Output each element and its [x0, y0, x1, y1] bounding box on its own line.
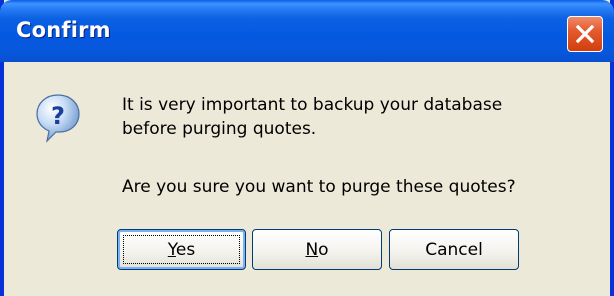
yes-button-label: Yes: [167, 239, 196, 260]
yes-button[interactable]: Yes: [117, 229, 246, 270]
confirm-question: Are you sure you want to purge these quo…: [122, 177, 516, 197]
dialog-body: ? It is very important to backup your da…: [4, 62, 610, 296]
cancel-button-label: Cancel: [425, 239, 483, 260]
no-button[interactable]: No: [252, 229, 382, 270]
close-button[interactable]: [567, 16, 603, 52]
title-bar[interactable]: Confirm: [0, 0, 614, 62]
confirm-dialog: Confirm ? It is very important to backup…: [0, 0, 614, 296]
question-icon: ?: [36, 94, 80, 143]
cancel-button[interactable]: Cancel: [389, 229, 519, 270]
message-line-1: It is very important to backup your data…: [122, 95, 503, 115]
close-icon: [575, 24, 595, 44]
no-button-label: No: [305, 239, 329, 260]
message-line-2: before purging quotes.: [122, 119, 317, 139]
window-title: Confirm: [16, 18, 111, 42]
svg-text:?: ?: [51, 102, 65, 130]
